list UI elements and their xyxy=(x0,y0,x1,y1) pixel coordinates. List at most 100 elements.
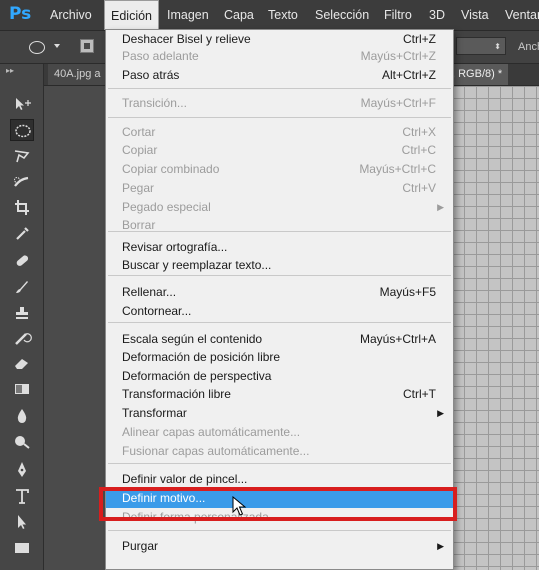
menu-item-escala-segun-el-contenido[interactable]: Escala según el contenido Mayús+Ctrl+A xyxy=(106,330,453,349)
menu-item-copiar: Copiar Ctrl+C xyxy=(106,141,453,160)
menu-item-paso-adelante: Paso adelante Mayús+Ctrl+Z xyxy=(106,47,453,66)
ellipse-preset-icon[interactable] xyxy=(29,41,45,54)
menu-item-label: Revisar ortografía... xyxy=(122,240,228,254)
menu-item-pegar: Pegar Ctrl+V xyxy=(106,179,453,198)
menu-separator xyxy=(108,88,451,89)
new-selection-mode-icon[interactable] xyxy=(80,39,94,53)
menu-texto[interactable]: Texto xyxy=(262,0,304,30)
rectangle-shape-icon[interactable] xyxy=(10,537,34,559)
menu-item-label: Borrar xyxy=(122,218,156,232)
menu-ventana[interactable]: Ventana xyxy=(499,0,539,30)
menu-item-shortcut: Ctrl+C xyxy=(401,143,436,157)
menu-item-transformacion-libre[interactable]: Transformación libre Ctrl+T xyxy=(106,385,453,404)
edit-menu-dropdown: Deshacer Bisel y relieve Ctrl+Z Paso adela… xyxy=(105,29,454,570)
menu-item-shortcut: Mayús+F5 xyxy=(379,285,436,299)
menu-item-contornear[interactable]: Contornear... xyxy=(106,302,453,321)
dodge-icon[interactable] xyxy=(10,430,34,452)
menu-bar: Ps Archivo Edición Imagen Capa Texto Selecció… xyxy=(0,0,539,31)
menu-item-label: Transformación libre xyxy=(122,387,231,401)
type-icon[interactable] xyxy=(10,485,34,507)
menu-item-revisar-ortografia[interactable]: Revisar ortografía... xyxy=(106,238,453,257)
menu-item-paso-atras[interactable]: Paso atrás Alt+Ctrl+Z xyxy=(106,66,453,85)
quick-selection-icon[interactable] xyxy=(10,171,34,193)
menu-item-label: Fusionar capas automáticamente... xyxy=(122,444,310,458)
menu-3d[interactable]: 3D xyxy=(423,0,451,30)
menu-item-definir-motivo[interactable]: Definir motivo... xyxy=(106,489,453,508)
lasso-icon[interactable] xyxy=(10,145,34,167)
menu-item-rellenar[interactable]: Rellenar... Mayús+F5 xyxy=(106,283,453,302)
menu-item-shortcut: Mayús+Ctrl+A xyxy=(359,332,436,346)
menu-filtro[interactable]: Filtro xyxy=(378,0,418,30)
path-selection-icon[interactable] xyxy=(10,511,34,533)
chevron-down-icon[interactable] xyxy=(54,44,60,48)
menu-vista[interactable]: Vista xyxy=(455,0,495,30)
pen-icon[interactable] xyxy=(10,459,34,481)
menu-item-transicion: Transición... Mayús+Ctrl+F xyxy=(106,94,453,113)
submenu-arrow-icon: ▶ xyxy=(437,202,444,212)
crop-icon[interactable] xyxy=(10,196,34,218)
brush-icon[interactable] xyxy=(10,276,34,298)
mouse-cursor-icon xyxy=(232,496,247,516)
menu-separator xyxy=(108,322,451,323)
menu-item-pegado-especial: Pegado especial ▶ xyxy=(106,198,453,217)
menu-item-label: Copiar combinado xyxy=(122,162,220,176)
menu-item-shortcut: Ctrl+V xyxy=(402,181,436,195)
submenu-arrow-icon: ▶ xyxy=(437,541,444,551)
eyedropper-icon[interactable] xyxy=(10,222,34,244)
menu-item-label: Deformación de perspectiva xyxy=(122,369,272,383)
menu-item-shortcut: Ctrl+T xyxy=(403,387,436,401)
elliptical-marquee-icon[interactable] xyxy=(10,119,34,141)
menu-item-borrar: Borrar xyxy=(106,216,453,235)
menu-item-definir-forma-personalizada: Definir forma personalizada... xyxy=(106,508,453,527)
history-brush-icon[interactable] xyxy=(10,327,34,349)
menu-separator xyxy=(108,275,451,276)
menu-item-label: Pegar xyxy=(122,181,155,195)
menu-separator xyxy=(108,530,451,531)
menu-item-label: Buscar y reemplazar texto... xyxy=(122,258,272,272)
menu-item-copiar-combinado: Copiar combinado Mayús+Ctrl+C xyxy=(106,160,453,179)
move-tool-icon[interactable] xyxy=(10,93,34,115)
menu-item-label: Definir forma personalizada... xyxy=(122,510,279,524)
menu-capa[interactable]: Capa xyxy=(218,0,260,30)
menu-item-shortcut: Ctrl+X xyxy=(402,125,436,139)
tab-document-1[interactable]: 40A.jpg a xyxy=(48,64,107,85)
spot-healing-icon[interactable] xyxy=(10,250,34,272)
menu-item-definir-valor-de-pincel[interactable]: Definir valor de pincel... xyxy=(106,470,453,489)
menu-item-label: Paso atrás xyxy=(122,68,180,82)
menu-item-label: Transición... xyxy=(122,96,187,110)
width-label: Anch xyxy=(518,41,539,53)
menu-imagen[interactable]: Imagen xyxy=(161,0,215,30)
menu-item-buscar-y-reemplazar-texto[interactable]: Buscar y reemplazar texto... xyxy=(106,256,453,275)
menu-item-label: Transformar xyxy=(122,406,187,420)
menu-item-purgar[interactable]: Purgar ▶ xyxy=(106,537,453,556)
menu-edicion[interactable]: Edición xyxy=(104,0,159,30)
menu-item-shortcut: Alt+Ctrl+Z xyxy=(381,68,436,82)
menu-item-alinear-capas-automaticamente: Alinear capas automáticamente... xyxy=(106,423,453,442)
menu-item-label: Pegado especial xyxy=(122,200,211,214)
menu-separator xyxy=(108,463,451,464)
menu-item-label: Purgar xyxy=(122,539,159,553)
menu-item-cortar: Cortar Ctrl+X xyxy=(106,123,453,142)
canvas-pasteboard xyxy=(44,86,114,570)
menu-item-shortcut: Mayús+Ctrl+F xyxy=(360,96,436,110)
panel-grip-icon[interactable]: ▸▸ xyxy=(6,66,14,75)
gradient-icon[interactable] xyxy=(10,378,34,400)
menu-item-shortcut: Mayús+Ctrl+C xyxy=(359,162,436,176)
menu-item-label: Cortar xyxy=(122,125,156,139)
eraser-icon[interactable] xyxy=(10,352,34,374)
menu-item-deformacion-de-posicion-libre[interactable]: Deformación de posición libre xyxy=(106,348,453,367)
menu-archivo[interactable]: Archivo xyxy=(44,0,98,30)
menu-item-label: Paso adelante xyxy=(122,49,199,63)
menu-item-label: Copiar xyxy=(122,143,158,157)
menu-item-fusionar-capas-automaticamente: Fusionar capas automáticamente... xyxy=(106,442,453,461)
tab-document-active[interactable]: , RGB/8) * xyxy=(446,64,509,85)
blur-icon[interactable] xyxy=(10,405,34,427)
menu-seleccion[interactable]: Selección xyxy=(309,0,375,30)
menu-item-transformar[interactable]: Transformar ▶ xyxy=(106,404,453,423)
menu-item-deformacion-de-perspectiva[interactable]: Deformación de perspectiva xyxy=(106,367,453,386)
photoshop-logo: Ps xyxy=(9,4,32,24)
updown-arrow-icon: ⬍ xyxy=(494,42,501,51)
clone-stamp-icon[interactable] xyxy=(10,302,34,324)
menu-separator xyxy=(108,117,451,118)
style-select[interactable]: ⬍ xyxy=(456,37,506,55)
